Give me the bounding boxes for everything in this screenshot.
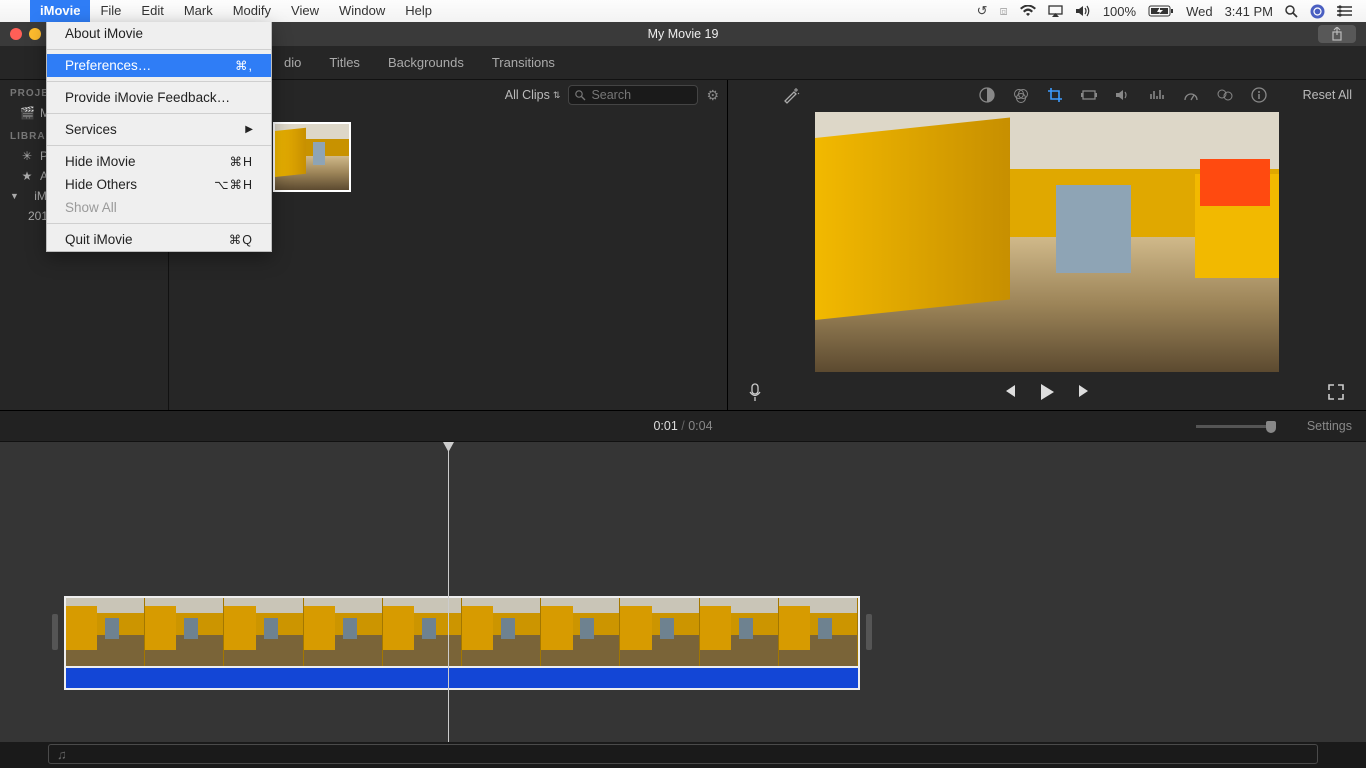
bluetooth-icon[interactable]: ⧈	[1000, 3, 1008, 19]
tab-backgrounds[interactable]: Backgrounds	[374, 46, 478, 80]
search-placeholder: Search	[591, 88, 631, 102]
menu-app[interactable]: iMovie	[30, 0, 90, 22]
wifi-icon[interactable]	[1020, 5, 1036, 17]
clip-video-track[interactable]	[64, 596, 860, 668]
magic-wand-icon[interactable]	[782, 86, 800, 104]
clip-trim-handle-right[interactable]	[866, 614, 872, 650]
sparkle-icon: ✳	[20, 149, 34, 163]
menu-modify[interactable]: Modify	[223, 0, 281, 22]
menu-show-all: Show All	[47, 196, 271, 219]
menu-about[interactable]: About iMovie	[47, 22, 271, 45]
clapper-icon: 🎬	[20, 106, 34, 120]
speed-icon[interactable]	[1183, 88, 1199, 102]
menu-help[interactable]: Help	[395, 0, 442, 22]
menu-services[interactable]: Services▶	[47, 118, 271, 141]
clip-trim-handle-left[interactable]	[52, 614, 58, 650]
volume-tool-icon[interactable]	[1115, 88, 1131, 102]
preview-viewer: Reset All	[728, 80, 1366, 410]
search-input[interactable]: Search	[568, 85, 698, 105]
fullscreen-icon[interactable]	[1328, 384, 1344, 400]
search-icon	[575, 90, 586, 101]
color-balance-icon[interactable]	[979, 87, 995, 103]
timemachine-icon[interactable]: ↺	[977, 3, 988, 19]
menu-separator	[47, 223, 271, 224]
menu-hide[interactable]: Hide iMovie⌘H	[47, 150, 271, 173]
chevron-right-icon: ▶	[245, 124, 253, 135]
macos-menubar: iMovie File Edit Mark Modify View Window…	[0, 0, 1366, 22]
tab-titles[interactable]: Titles	[315, 46, 374, 80]
menu-separator	[47, 49, 271, 50]
menu-file[interactable]: File	[90, 0, 131, 22]
zoom-knob[interactable]	[1266, 421, 1276, 433]
reset-all-button[interactable]: Reset All	[1303, 88, 1352, 102]
menu-window[interactable]: Window	[329, 0, 395, 22]
browser-settings-icon[interactable]: ⚙	[706, 87, 719, 104]
airplay-icon[interactable]	[1048, 5, 1063, 17]
menu-edit[interactable]: Edit	[131, 0, 173, 22]
video-effects-icon[interactable]	[1217, 88, 1233, 102]
timeline-header: 0:01 / 0:04 Settings	[0, 410, 1366, 442]
info-icon[interactable]	[1251, 87, 1267, 103]
battery-percent: 100%	[1103, 4, 1136, 19]
menu-quit[interactable]: Quit iMovie⌘Q	[47, 228, 271, 251]
menu-mark[interactable]: Mark	[174, 0, 223, 22]
music-note-icon: ♫	[57, 747, 67, 762]
menu-separator	[47, 145, 271, 146]
prev-button[interactable]	[1001, 383, 1017, 401]
menu-preferences[interactable]: Preferences…⌘,	[47, 54, 271, 77]
menu-feedback[interactable]: Provide iMovie Feedback…	[47, 86, 271, 109]
clip-thumbnail[interactable]	[273, 122, 351, 192]
tab-transitions[interactable]: Transitions	[478, 46, 569, 80]
color-correction-icon[interactable]	[1013, 87, 1029, 103]
timeline[interactable]: ♫	[0, 442, 1366, 742]
menu-hide-others[interactable]: Hide Others⌥⌘H	[47, 173, 271, 196]
crop-icon[interactable]	[1047, 87, 1063, 103]
clip-audio-track[interactable]	[64, 668, 860, 690]
menubar-time: 3:41 PM	[1225, 4, 1273, 19]
noise-reduction-icon[interactable]	[1149, 88, 1165, 102]
share-button[interactable]	[1318, 25, 1356, 43]
spotlight-icon[interactable]	[1285, 5, 1298, 18]
star-icon: ★	[20, 169, 34, 183]
total-time: 0:04	[688, 419, 712, 433]
siri-icon[interactable]	[1310, 4, 1325, 19]
app-menu-dropdown: About iMovie Preferences…⌘, Provide iMov…	[46, 22, 272, 252]
menu-view[interactable]: View	[281, 0, 329, 22]
stabilization-icon[interactable]	[1081, 88, 1097, 102]
menu-separator	[47, 81, 271, 82]
timeline-clip[interactable]	[64, 596, 860, 690]
timeline-settings-button[interactable]: Settings	[1307, 419, 1352, 433]
notification-center-icon[interactable]	[1337, 5, 1352, 17]
play-button[interactable]	[1039, 383, 1055, 401]
preview-frame[interactable]	[815, 112, 1279, 372]
menubar-day: Wed	[1186, 4, 1213, 19]
current-time: 0:01	[653, 419, 677, 433]
background-audio-track[interactable]: ♫	[48, 744, 1318, 764]
zoom-slider[interactable]	[1196, 425, 1276, 428]
next-button[interactable]	[1077, 383, 1093, 401]
menu-separator	[47, 113, 271, 114]
updown-icon: ⇅	[553, 90, 561, 101]
battery-icon[interactable]	[1148, 5, 1174, 17]
volume-icon[interactable]	[1075, 5, 1091, 17]
playhead[interactable]	[448, 442, 449, 742]
tab-audio[interactable]: dio	[270, 46, 315, 80]
clips-filter-dropdown[interactable]: All Clips⇅	[505, 88, 561, 102]
